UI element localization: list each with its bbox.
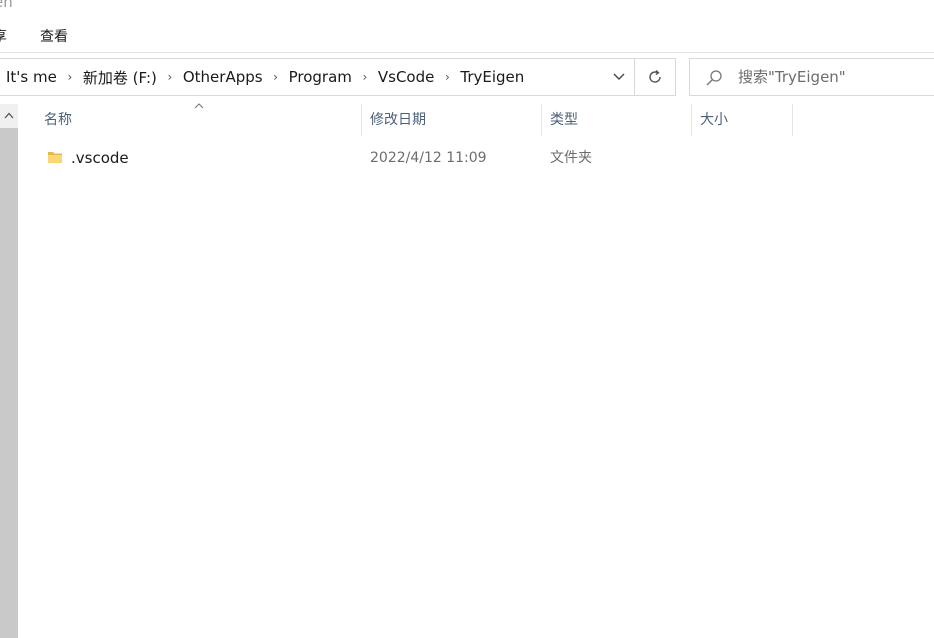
column-header-size[interactable]: 大小 <box>693 104 793 136</box>
ribbon-tab-view[interactable]: 查看 <box>40 26 68 48</box>
chevron-right-icon[interactable]: › <box>434 70 460 84</box>
search-input[interactable] <box>738 59 928 95</box>
chevron-right-icon[interactable]: › <box>263 70 289 84</box>
search-box[interactable] <box>689 58 934 96</box>
window-title: en <box>0 0 13 11</box>
scroll-up-button[interactable] <box>0 104 18 126</box>
chevron-right-icon[interactable]: › <box>57 70 83 84</box>
breadcrumb-item-user[interactable]: It's me <box>6 68 57 86</box>
chevron-up-icon <box>4 112 14 118</box>
breadcrumb-item-program[interactable]: Program <box>289 68 352 86</box>
file-type: 文件夹 <box>550 150 592 166</box>
column-header-name[interactable]: 名称 <box>37 104 362 136</box>
breadcrumb-item-vscode[interactable]: VsCode <box>378 68 434 86</box>
folder-icon <box>48 152 62 163</box>
file-date-modified: 2022/4/12 11:09 <box>370 150 487 166</box>
breadcrumb-item-otherapps[interactable]: OtherApps <box>183 68 263 86</box>
address-bar[interactable]: It's me › 新加卷 (F:) › OtherApps › Program… <box>0 58 676 96</box>
ribbon-tab-share[interactable]: 享 <box>0 26 7 48</box>
address-history-button[interactable] <box>604 59 634 95</box>
breadcrumb: It's me › 新加卷 (F:) › OtherApps › Program… <box>6 59 524 95</box>
column-header-date-modified[interactable]: 修改日期 <box>363 104 542 136</box>
scrollbar-thumb[interactable] <box>0 128 18 638</box>
file-name: .vscode <box>71 149 129 167</box>
column-header-type[interactable]: 类型 <box>543 104 692 136</box>
refresh-button[interactable] <box>634 59 675 95</box>
breadcrumb-item-tryeigen[interactable]: TryEigen <box>460 68 524 86</box>
refresh-icon <box>649 69 661 83</box>
chevron-down-icon <box>613 73 625 80</box>
chevron-right-icon[interactable]: › <box>157 70 183 84</box>
chevron-right-icon[interactable]: › <box>352 70 378 84</box>
search-icon <box>706 70 722 86</box>
ribbon-divider <box>0 52 934 53</box>
file-row[interactable]: .vscode 2022/4/12 11:09 文件夹 <box>37 144 793 172</box>
nav-pane-scrollbar[interactable] <box>0 104 18 638</box>
breadcrumb-item-drive[interactable]: 新加卷 (F:) <box>83 67 157 88</box>
